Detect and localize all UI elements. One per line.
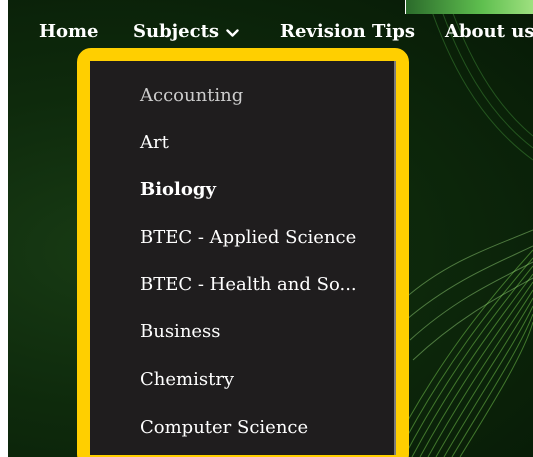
- menu-item-art[interactable]: Art: [140, 132, 169, 153]
- subjects-dropdown-highlight: Accounting Art Biology BTEC - Applied Sc…: [77, 48, 409, 457]
- nav-revision-tips-link[interactable]: Revision Tips: [280, 21, 415, 42]
- menu-item-accounting[interactable]: Accounting: [140, 85, 243, 106]
- menu-item-btec-applied-science[interactable]: BTEC - Applied Science: [140, 227, 356, 248]
- nav-home-link[interactable]: Home: [39, 21, 99, 42]
- subjects-dropdown-menu: Accounting Art Biology BTEC - Applied Sc…: [90, 61, 396, 455]
- nav-subjects-menu[interactable]: Subjects: [133, 21, 239, 43]
- menu-item-business[interactable]: Business: [140, 321, 221, 342]
- page: Home Subjects Revision Tips About us Acc…: [0, 0, 533, 457]
- menu-item-btec-health-social[interactable]: BTEC - Health and So...: [140, 274, 357, 295]
- menu-item-chemistry[interactable]: Chemistry: [140, 369, 234, 390]
- nav-subjects-label: Subjects: [133, 21, 220, 42]
- chevron-down-icon: [226, 22, 239, 43]
- nav-about-link[interactable]: About us: [445, 21, 533, 42]
- menu-item-biology[interactable]: Biology: [140, 179, 216, 200]
- header-photo-strip: [405, 0, 533, 14]
- menu-item-computer-science[interactable]: Computer Science: [140, 417, 308, 438]
